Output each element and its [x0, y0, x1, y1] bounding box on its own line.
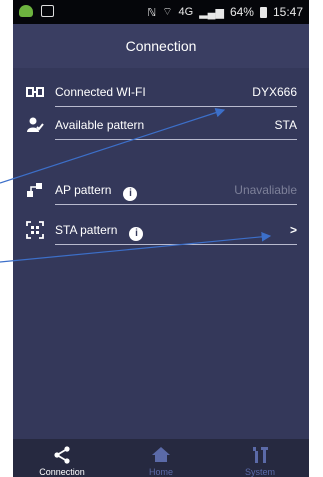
connected-wifi-value: DYX666 — [252, 85, 297, 99]
wifi-link-icon — [26, 87, 44, 97]
tab-home-label: Home — [148, 467, 173, 477]
tab-connection[interactable]: Connection — [13, 439, 111, 477]
available-pattern-row: Available pattern STA — [13, 110, 309, 140]
bottom-tab-bar: Connection Home System — [13, 439, 309, 477]
image-notification-icon — [41, 5, 54, 17]
ap-icon — [27, 183, 42, 197]
status-bar: ℕ ⌔ 4G ▂▄▆ 64% 15:47 — [13, 0, 309, 24]
info-icon[interactable]: i — [123, 187, 138, 201]
signal-icon: ▂▄▆ — [199, 6, 224, 19]
divider — [55, 139, 297, 140]
ap-pattern-label-wrap: AP pattern i — [55, 183, 138, 201]
nfc-icon: ℕ — [147, 6, 157, 19]
chevron-right-icon[interactable]: > — [290, 223, 297, 237]
divider — [55, 204, 297, 205]
ap-pattern-label: AP pattern — [55, 183, 112, 197]
divider — [55, 244, 297, 245]
user-check-icon — [27, 117, 44, 132]
tab-connection-label: Connection — [39, 467, 85, 477]
sta-pattern-row[interactable]: STA pattern i > — [13, 215, 309, 245]
tab-system[interactable]: System — [211, 439, 309, 477]
available-pattern-value: STA — [274, 118, 297, 132]
network-type: 4G — [178, 6, 194, 18]
available-pattern-label: Available pattern — [55, 118, 145, 132]
connected-wifi-label: Connected WI-FI — [55, 85, 146, 99]
phone-screen: ℕ ⌔ 4G ▂▄▆ 64% 15:47 Connection Connecte… — [13, 0, 309, 477]
info-icon[interactable]: i — [129, 227, 144, 241]
battery-icon — [259, 6, 267, 18]
divider — [55, 106, 297, 107]
ap-pattern-row[interactable]: AP pattern i Unavaliable — [13, 175, 309, 205]
tools-icon — [253, 447, 268, 463]
share-icon — [54, 446, 70, 464]
ap-pattern-status: Unavaliable — [234, 183, 297, 197]
page-title: Connection — [13, 24, 309, 68]
wifi-status-icon: ⌔ — [162, 6, 173, 18]
tab-home[interactable]: Home — [112, 439, 210, 477]
app-notification-icon — [19, 5, 33, 17]
home-icon — [152, 447, 170, 462]
sta-pattern-label-wrap: STA pattern i — [55, 223, 144, 241]
connected-wifi-row: Connected WI-FI DYX666 — [13, 77, 309, 107]
qr-scan-icon — [26, 221, 44, 239]
clock: 15:47 — [272, 5, 303, 19]
tab-system-label: System — [244, 467, 275, 477]
sta-pattern-label: STA pattern — [55, 223, 118, 237]
battery-level: 64% — [229, 5, 254, 19]
